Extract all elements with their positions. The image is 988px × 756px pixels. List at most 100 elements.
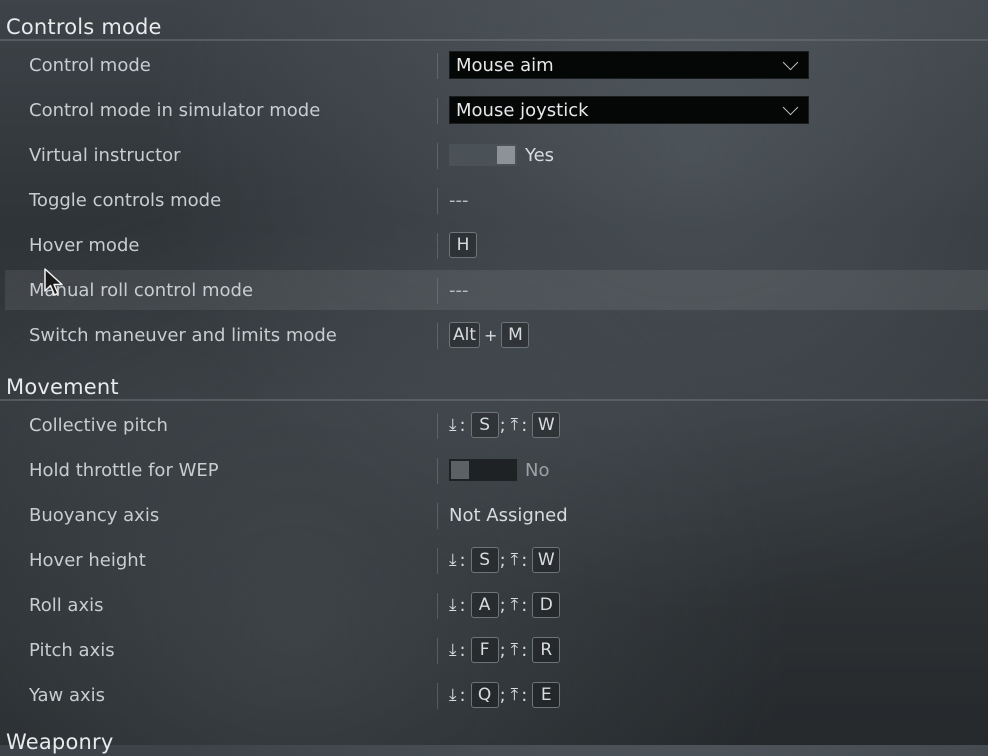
- row-toggle-controls-mode[interactable]: Toggle controls mode ---: [5, 180, 988, 220]
- section-title: Movement: [6, 375, 119, 399]
- column-divider: [437, 548, 438, 574]
- row-label: Control mode in simulator mode: [29, 100, 321, 121]
- axis-increase-icon: ⤒: [510, 685, 519, 705]
- not-assigned-value[interactable]: Not Assigned: [449, 505, 568, 526]
- control-mode-dropdown[interactable]: Mouse aim: [449, 51, 809, 79]
- colon: :: [521, 414, 528, 436]
- colon: :: [459, 594, 466, 616]
- row-label: Hover height: [29, 550, 146, 571]
- axis-decrease-icon: ⤓: [449, 685, 457, 705]
- section-header-controls-mode: Controls mode: [0, 5, 988, 41]
- toggle-label: No: [525, 459, 550, 481]
- column-divider: [437, 458, 438, 484]
- colon: :: [521, 639, 528, 661]
- colon: :: [521, 594, 528, 616]
- row-collective-pitch[interactable]: Collective pitch ⤓: S; ⤒: W: [5, 405, 988, 445]
- colon: :: [459, 414, 466, 436]
- colon: :: [459, 639, 466, 661]
- colon: :: [521, 684, 528, 706]
- keybind-increase[interactable]: D: [532, 592, 561, 618]
- keybind-increase[interactable]: E: [532, 682, 561, 708]
- keybind-key[interactable]: H: [449, 232, 477, 258]
- section-header-movement: Movement: [0, 365, 988, 401]
- row-label: Buoyancy axis: [29, 505, 160, 526]
- semicolon: ;: [499, 639, 506, 661]
- unassigned-value[interactable]: ---: [449, 280, 469, 301]
- column-divider: [437, 413, 438, 439]
- row-virtual-instructor[interactable]: Virtual instructor Yes: [5, 135, 988, 175]
- keybind-increase[interactable]: W: [532, 547, 561, 573]
- axis-decrease-icon: ⤓: [449, 640, 457, 660]
- row-label: Switch maneuver and limits mode: [29, 325, 337, 346]
- section-title: Controls mode: [6, 15, 162, 39]
- keybind-decrease[interactable]: Q: [470, 682, 499, 708]
- section-header-weaponry: Weaponry: [0, 720, 988, 756]
- semicolon: ;: [499, 684, 506, 706]
- colon: :: [459, 684, 466, 706]
- column-divider: [437, 143, 438, 169]
- row-label: Virtual instructor: [29, 145, 181, 166]
- semicolon: ;: [499, 594, 506, 616]
- row-switch-maneuver[interactable]: Switch maneuver and limits mode Alt + M: [5, 315, 988, 355]
- row-hover-height[interactable]: Hover height ⤓: S; ⤒: W: [5, 540, 988, 580]
- keybind-decrease[interactable]: F: [470, 637, 499, 663]
- row-control-mode-simulator[interactable]: Control mode in simulator mode Mouse joy…: [5, 90, 988, 130]
- colon: :: [459, 549, 466, 571]
- chevron-down-icon: [782, 54, 799, 70]
- column-divider: [437, 683, 438, 709]
- keybind-decrease[interactable]: S: [470, 412, 499, 438]
- toggle-label: Yes: [525, 144, 555, 166]
- virtual-instructor-toggle[interactable]: [449, 144, 517, 166]
- toggle-knob: [451, 461, 469, 479]
- keybind-key-alt[interactable]: Alt: [449, 322, 481, 348]
- axis-increase-icon: ⤒: [510, 550, 519, 570]
- colon: :: [521, 549, 528, 571]
- key-combo-plus: +: [484, 325, 498, 345]
- column-divider: [437, 593, 438, 619]
- row-hover-mode[interactable]: Hover mode H: [5, 225, 988, 265]
- axis-increase-icon: ⤒: [510, 415, 519, 435]
- axis-decrease-icon: ⤓: [449, 595, 457, 615]
- dropdown-value: Mouse joystick: [456, 99, 589, 121]
- row-label: Yaw axis: [29, 685, 106, 706]
- mouse-cursor-icon: [44, 268, 63, 296]
- row-label: Collective pitch: [29, 415, 168, 436]
- row-hold-throttle-wep[interactable]: Hold throttle for WEP No: [5, 450, 988, 490]
- semicolon: ;: [499, 414, 506, 436]
- axis-increase-icon: ⤒: [510, 595, 519, 615]
- column-divider: [437, 278, 438, 304]
- keybind-key-m[interactable]: M: [501, 322, 530, 348]
- toggle-knob: [497, 146, 515, 164]
- semicolon: ;: [499, 549, 506, 571]
- keybind-decrease[interactable]: A: [470, 592, 499, 618]
- row-label: Control mode: [29, 55, 151, 76]
- keybind-increase[interactable]: R: [532, 637, 561, 663]
- axis-decrease-icon: ⤓: [449, 550, 457, 570]
- column-divider: [437, 53, 438, 79]
- column-divider: [437, 638, 438, 664]
- hold-throttle-toggle[interactable]: [449, 459, 517, 481]
- row-roll-axis[interactable]: Roll axis ⤓: A; ⤒: D: [5, 585, 988, 625]
- column-divider: [437, 188, 438, 214]
- row-label: Pitch axis: [29, 640, 115, 661]
- row-yaw-axis[interactable]: Yaw axis ⤓: Q; ⤒: E: [5, 675, 988, 715]
- keybind-decrease[interactable]: S: [470, 547, 499, 573]
- row-manual-roll-control-mode[interactable]: Manual roll control mode ---: [5, 270, 988, 310]
- keybind-increase[interactable]: W: [532, 412, 561, 438]
- column-divider: [437, 323, 438, 349]
- control-mode-simulator-dropdown[interactable]: Mouse joystick: [449, 96, 809, 124]
- row-label: Toggle controls mode: [29, 190, 222, 211]
- row-control-mode[interactable]: Control mode Mouse aim: [5, 45, 988, 85]
- column-divider: [437, 503, 438, 529]
- row-buoyancy-axis[interactable]: Buoyancy axis Not Assigned: [5, 495, 988, 535]
- chevron-down-icon: [782, 99, 799, 115]
- dropdown-value: Mouse aim: [456, 54, 554, 76]
- row-label: Roll axis: [29, 595, 104, 616]
- unassigned-value[interactable]: ---: [449, 190, 469, 211]
- row-label: Hover mode: [29, 235, 140, 256]
- axis-increase-icon: ⤒: [510, 640, 519, 660]
- column-divider: [437, 233, 438, 259]
- column-divider: [437, 98, 438, 124]
- axis-decrease-icon: ⤓: [449, 415, 457, 435]
- row-pitch-axis[interactable]: Pitch axis ⤓: F; ⤒: R: [5, 630, 988, 670]
